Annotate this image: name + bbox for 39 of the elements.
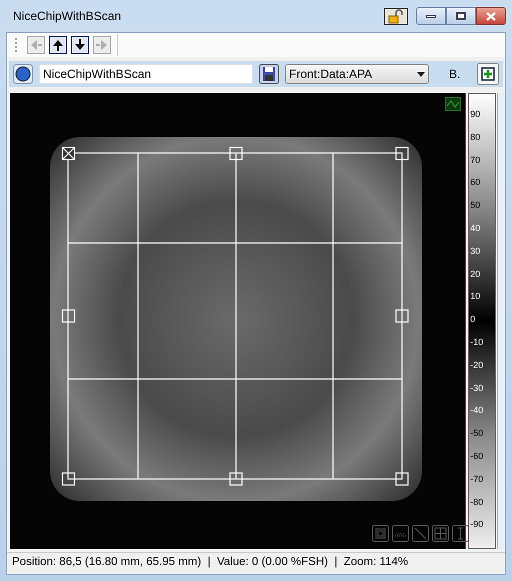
close-icon [486,12,496,20]
scale-label: -40 [469,404,484,418]
line-icon[interactable] [412,525,429,542]
scale-label: 80 [469,130,482,144]
scale-label: -20 [469,358,484,372]
add-icon[interactable] [477,63,499,85]
help-icon[interactable] [13,64,33,84]
window-title: NiceChipWithBScan [13,8,122,25]
profile-icon[interactable] [392,525,409,542]
scale-label: 20 [469,268,482,281]
caliper-icon[interactable] [452,525,469,542]
scale-label: 30 [469,244,482,258]
minimize-button[interactable] [416,7,446,25]
maximize-button[interactable] [446,7,476,25]
status-text: Position: 86,5 (16.80 mm, 65.95 mm) | Value: 0 (0.00 %FSH) | Zoom: 114% [12,554,408,570]
scale-label: 70 [469,154,482,167]
close-button[interactable] [476,7,506,25]
scale-label: 40 [469,222,482,235]
scale-label: -10 [469,336,484,349]
scale-label: -80 [469,496,484,509]
save-icon[interactable] [259,64,279,84]
frame-icon[interactable] [372,525,389,542]
scale-label: -30 [469,382,484,395]
scale-label: 0 [469,313,476,326]
dropdown-caret-icon [417,72,425,76]
scale-label: 50 [469,199,482,212]
view-dropdown[interactable]: Front:Data:APA [285,64,429,84]
mode-label: B. [449,66,462,83]
scale-label: -60 [469,450,484,463]
scale-label: 60 [469,176,482,190]
signal-icon[interactable] [445,97,461,111]
name-field[interactable]: NiceChipWithBScan [39,64,253,84]
scale-label: -90 [469,518,484,532]
scale-label: 10 [469,290,482,304]
scale-label: -70 [469,472,484,486]
scale-label: 90 [469,108,482,121]
padlock-icon[interactable] [384,8,408,24]
scale-label: -50 [469,427,484,440]
scrollbar[interactable] [497,93,505,549]
